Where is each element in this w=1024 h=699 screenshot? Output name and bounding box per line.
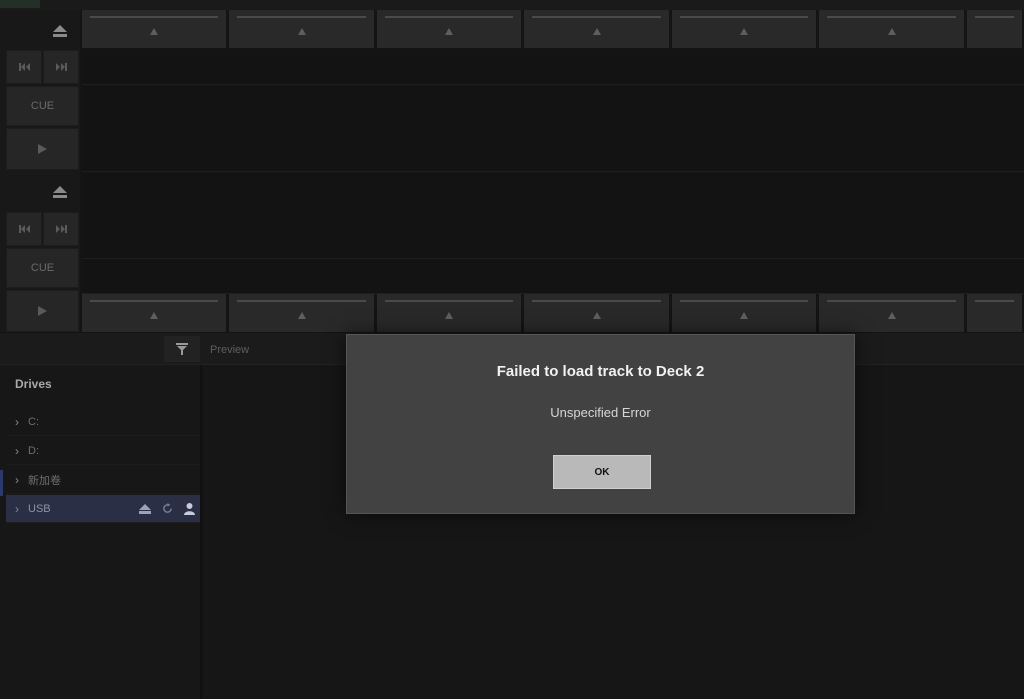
- deck2-hotcue-7[interactable]: [967, 294, 1024, 332]
- triangle-up-icon: [297, 28, 306, 35]
- deck2-next-button[interactable]: [43, 212, 79, 246]
- deck2-play-button[interactable]: [6, 290, 79, 332]
- deck1-prev-button[interactable]: [6, 50, 42, 84]
- refresh-icon: [162, 503, 172, 513]
- top-strip: [0, 0, 1024, 10]
- drive-item-c[interactable]: › C:: [6, 408, 200, 436]
- triangle-up-icon: [150, 28, 158, 35]
- eject-icon: [53, 25, 67, 37]
- deck2-hotcue-6[interactable]: [819, 294, 966, 332]
- deck1-waveform[interactable]: [82, 86, 1024, 172]
- deck2-hotcue-2[interactable]: [229, 294, 376, 332]
- usb-refresh-button[interactable]: [156, 503, 178, 514]
- skip-forward-icon: [55, 63, 67, 71]
- deck1-eject-button[interactable]: [40, 14, 80, 48]
- triangle-up-icon: [740, 28, 748, 35]
- deck1-hotcue-4[interactable]: [524, 10, 671, 48]
- deck1-hotcue-7[interactable]: [967, 10, 1024, 48]
- chevron-right-icon: ›: [15, 501, 19, 516]
- drive-item-usb[interactable]: › USB: [6, 495, 200, 523]
- deck1-cue-button[interactable]: CUE: [6, 86, 79, 126]
- left-edge-marker: [0, 470, 3, 496]
- ok-button[interactable]: OK: [553, 455, 651, 489]
- chevron-right-icon: ›: [15, 472, 19, 487]
- deck2-hotcue-5[interactable]: [672, 294, 818, 332]
- error-dialog: Failed to load track to Deck 2 Unspecifi…: [346, 334, 855, 514]
- deck2-eject-button[interactable]: [40, 174, 80, 210]
- eject-icon: [53, 186, 67, 198]
- usb-eject-button[interactable]: [134, 503, 156, 514]
- deck1-hotcue-6[interactable]: [819, 10, 966, 48]
- deck1-waveform-overview[interactable]: [82, 49, 1024, 85]
- deck1-next-button[interactable]: [43, 50, 79, 84]
- chevron-right-icon: ›: [15, 443, 19, 458]
- deck2-hotcue-1[interactable]: [82, 294, 228, 332]
- drive-label: D:: [28, 444, 39, 457]
- triangle-up-icon: [887, 312, 896, 319]
- play-icon: [38, 306, 47, 316]
- deck1-hotcue-3[interactable]: [377, 10, 523, 48]
- triangle-up-icon: [592, 28, 601, 35]
- deck2-hotcue-4[interactable]: [524, 294, 671, 332]
- drive-label: C:: [28, 415, 39, 428]
- skip-back-icon: [18, 63, 30, 71]
- triangle-up-icon: [445, 312, 453, 319]
- dialog-message: Unspecified Error: [550, 405, 651, 420]
- skip-forward-icon: [55, 225, 67, 233]
- triangle-up-icon: [445, 28, 453, 35]
- filter-icon: [176, 343, 188, 355]
- user-icon: [183, 502, 195, 515]
- drive-item-d[interactable]: › D:: [6, 437, 200, 465]
- dialog-title: Failed to load track to Deck 2: [496, 363, 705, 380]
- triangle-up-icon: [887, 28, 896, 35]
- drive-label: 新加卷: [28, 474, 61, 487]
- triangle-up-icon: [150, 312, 158, 319]
- deck1-hotcue-2[interactable]: [229, 10, 376, 48]
- deck1-play-button[interactable]: [6, 128, 79, 170]
- deck2-hotcue-3[interactable]: [377, 294, 523, 332]
- preview-label: Preview: [210, 344, 250, 356]
- chevron-right-icon: ›: [15, 414, 19, 429]
- drive-label: USB: [28, 502, 51, 515]
- filter-button[interactable]: [164, 336, 200, 362]
- drives-header: Drives: [15, 377, 52, 391]
- usb-user-button[interactable]: [178, 502, 200, 515]
- drive-item-new-volume[interactable]: › 新加卷: [6, 466, 200, 494]
- triangle-up-icon: [740, 312, 748, 319]
- triangle-up-icon: [297, 312, 306, 319]
- eject-icon: [139, 503, 151, 514]
- top-tab[interactable]: [0, 0, 40, 8]
- deck2-waveform[interactable]: [82, 173, 1024, 259]
- skip-back-icon: [18, 225, 30, 233]
- deck2-cue-button[interactable]: CUE: [6, 248, 79, 288]
- deck1-hotcue-5[interactable]: [672, 10, 818, 48]
- play-icon: [38, 144, 47, 154]
- deck2-waveform-overview[interactable]: [82, 260, 1024, 294]
- deck1-hotcue-1[interactable]: [82, 10, 228, 48]
- deck2-prev-button[interactable]: [6, 212, 42, 246]
- triangle-up-icon: [592, 312, 601, 319]
